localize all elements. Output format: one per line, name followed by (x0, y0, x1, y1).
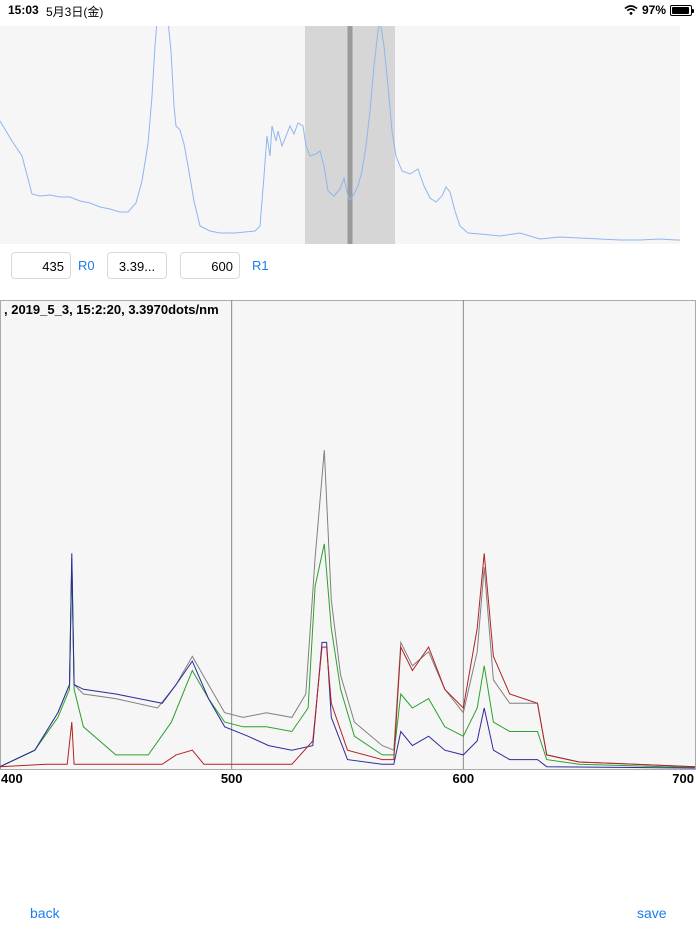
r1-input[interactable]: 600 (180, 252, 240, 279)
x-tick-label-400: 400 (1, 771, 23, 786)
status-time: 15:03 (8, 3, 39, 17)
status-bar: 15:03 5月3日(金) 97% (0, 0, 700, 20)
x-tick-label-700: 700 (672, 771, 694, 786)
chart-title: , 2019_5_3, 15:2:20, 3.3970dots/nm (4, 302, 219, 317)
battery-percent: 97% (641, 3, 666, 17)
x-tick-label-500: 500 (221, 771, 243, 786)
scale-input[interactable]: 3.39... (107, 252, 167, 279)
spectrum-chart[interactable]: 400 500 600 700 , 2019_5_3, 15:2:20, 3.3970… (0, 300, 697, 790)
battery-icon (670, 4, 694, 16)
wifi-icon (624, 5, 638, 15)
x-tick-label-600: 600 (452, 771, 474, 786)
r1-button[interactable]: R1 (252, 258, 269, 273)
r0-input[interactable]: 435 (11, 252, 71, 279)
back-button[interactable]: back (30, 905, 60, 921)
status-date: 5月3日(金) (46, 5, 104, 19)
controls-row: 435 R0 3.39... 600 R1 (0, 250, 700, 282)
r0-button[interactable]: R0 (78, 258, 95, 273)
save-button[interactable]: save (637, 905, 667, 921)
status-right: 97% (624, 3, 694, 17)
preview-spectrum[interactable] (0, 26, 680, 244)
